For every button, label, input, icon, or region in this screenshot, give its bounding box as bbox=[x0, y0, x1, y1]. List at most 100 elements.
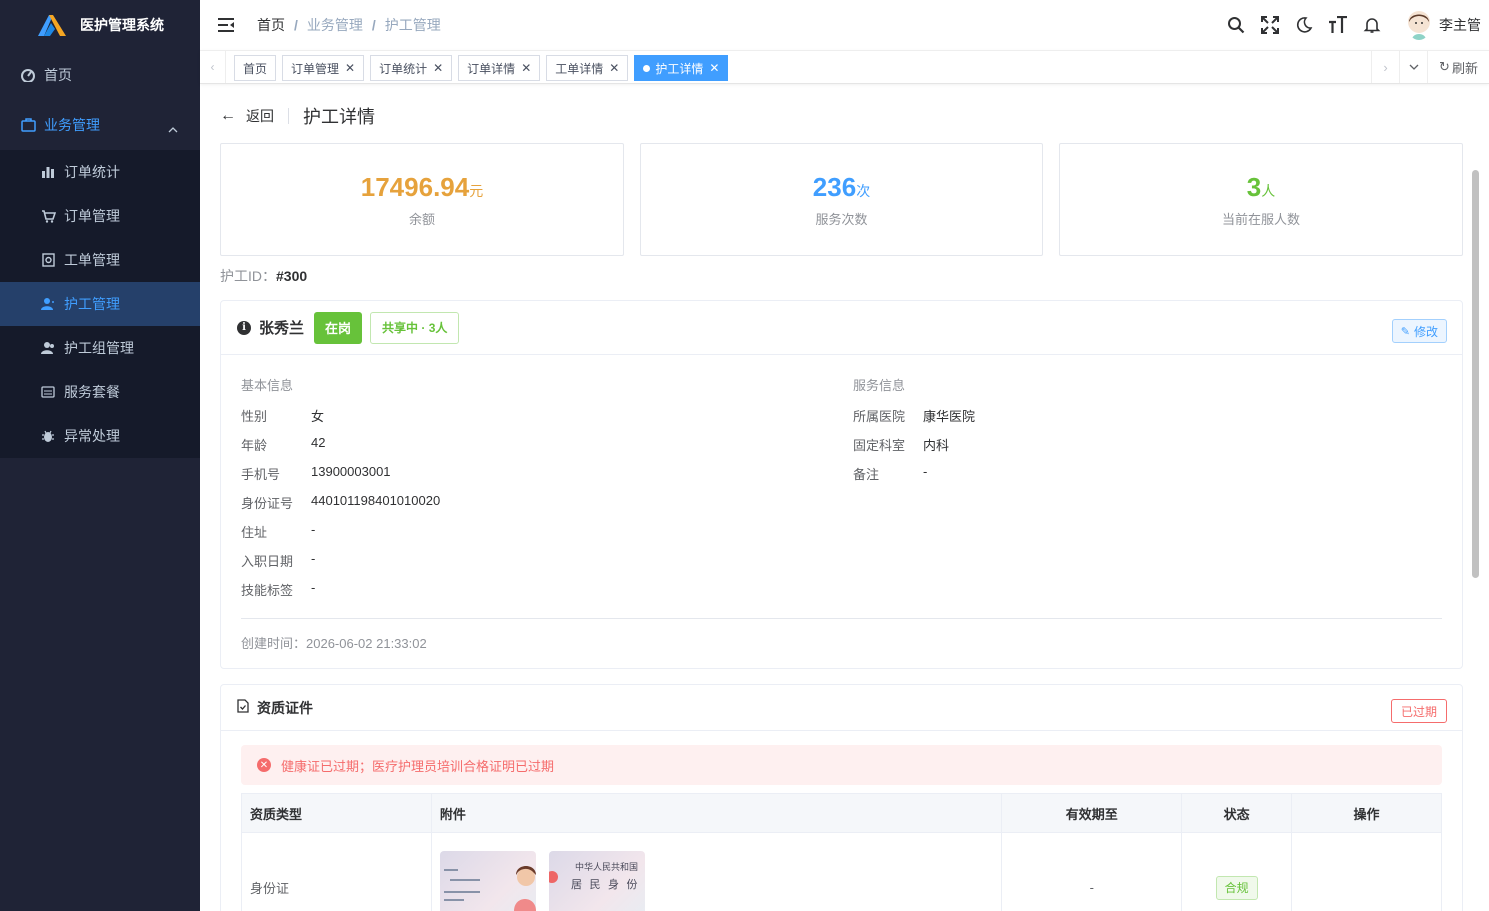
close-icon[interactable]: ✕ bbox=[433, 61, 443, 75]
id-card-back-image[interactable]: 中华人民共和国 居 民 身 份 bbox=[549, 850, 646, 911]
back-button[interactable]: ← 返回 bbox=[220, 106, 274, 126]
field-address: 住址 - bbox=[241, 522, 315, 541]
tag-label: 订单管理 bbox=[291, 61, 340, 76]
scrollbar[interactable] bbox=[1472, 170, 1479, 578]
stat-number: 3 bbox=[1246, 172, 1262, 202]
tag-order-detail[interactable]: 订单详情 ✕ bbox=[458, 55, 541, 81]
username[interactable]: 李主管 bbox=[1439, 15, 1481, 35]
column-header: 有效期至 bbox=[1001, 793, 1183, 833]
sharing-badge: 共享中 · 3人 bbox=[370, 311, 460, 344]
field-value: 42 bbox=[311, 435, 326, 450]
tag-nurse-detail[interactable]: 护工详情 ✕ bbox=[634, 55, 729, 81]
tag-home[interactable]: 首页 bbox=[234, 55, 277, 81]
sidebar-item-nurse-group[interactable]: 护工组管理 bbox=[0, 326, 200, 370]
column-header: 状态 bbox=[1181, 793, 1293, 833]
sidebar-item-label: 服务套餐 bbox=[64, 384, 120, 400]
certificates-header: 资质证件 已过期 bbox=[221, 685, 1462, 731]
tags-scroll-left-button[interactable]: ‹ bbox=[200, 51, 226, 83]
divider bbox=[241, 618, 1442, 619]
field-value: 440101198401010020 bbox=[311, 493, 441, 508]
table-row: 身份证 中华人民共和国 居 民 身 份 - 合规 bbox=[241, 832, 1442, 911]
tags-list: 首页 订单管理 ✕ 订单统计 ✕ 订单详情 ✕ 工单详情 ✕ 护工详情 ✕ bbox=[234, 55, 734, 81]
breadcrumb-home[interactable]: 首页 bbox=[257, 15, 285, 35]
certificates-title: 资质证件 bbox=[257, 699, 313, 716]
edit-label: 修改 bbox=[1413, 324, 1438, 339]
chevron-up-icon bbox=[168, 120, 178, 136]
tags-scroll-right-button[interactable]: › bbox=[1371, 51, 1399, 83]
tag-ticket-detail[interactable]: 工单详情 ✕ bbox=[546, 55, 629, 81]
back-label: 返回 bbox=[246, 108, 274, 124]
certificates-table: 资质类型 附件 有效期至 状态 操作 身份证 中华人民共和国 居 民 身 份 -… bbox=[241, 793, 1442, 911]
field-label: 性别 bbox=[241, 409, 268, 424]
fullscreen-icon[interactable] bbox=[1260, 15, 1280, 35]
refresh-button[interactable]: ↻ 刷新 bbox=[1427, 51, 1489, 83]
field-value: 内科 bbox=[923, 438, 950, 453]
close-icon[interactable]: ✕ bbox=[609, 61, 619, 75]
active-dot bbox=[643, 64, 651, 72]
sidebar-item-ticket-manage[interactable]: 工单管理 bbox=[0, 238, 200, 282]
tag-order-stats[interactable]: 订单统计 ✕ bbox=[370, 55, 453, 81]
edit-button[interactable]: ✎ 修改 bbox=[1391, 319, 1447, 343]
sidebar-item-package[interactable]: 服务套餐 bbox=[0, 370, 200, 414]
close-icon[interactable]: ✕ bbox=[709, 61, 719, 75]
app-logo[interactable]: 医护管理系统 bbox=[0, 0, 200, 50]
sidebar-item-label: 订单统计 bbox=[64, 164, 120, 180]
edit-icon: ✎ bbox=[1400, 325, 1410, 338]
font-size-icon[interactable] bbox=[1328, 15, 1348, 35]
stat-unit: 次 bbox=[856, 183, 871, 199]
refresh-label: 刷新 bbox=[1451, 60, 1478, 76]
stat-card-current-patients: 3人 当前在服人数 bbox=[1059, 143, 1463, 256]
close-icon[interactable]: ✕ bbox=[345, 61, 355, 75]
tags-dropdown-button[interactable] bbox=[1399, 51, 1427, 83]
stat-card-service-count: 236次 服务次数 bbox=[640, 143, 1043, 256]
cart-icon bbox=[40, 208, 56, 224]
sidebar: 医护管理系统 首页 业务管理 订单统计 订单管理 工单管理 护工管理 护工组管理… bbox=[0, 0, 200, 911]
stat-label: 余额 bbox=[408, 212, 435, 227]
chevron-down-icon bbox=[1409, 64, 1418, 70]
sidebar-item-label: 异常处理 bbox=[64, 428, 120, 444]
menu-toggle-icon[interactable] bbox=[217, 17, 235, 33]
id-card-front-image[interactable] bbox=[439, 850, 536, 911]
field-value: - bbox=[311, 522, 316, 537]
dark-mode-icon[interactable] bbox=[1294, 15, 1314, 35]
sidebar-group-label: 业务管理 bbox=[44, 117, 100, 133]
page-header: ← 返回 护工详情 bbox=[220, 104, 375, 128]
sidebar-item-home[interactable]: 首页 bbox=[0, 50, 200, 100]
tag-label: 首页 bbox=[243, 61, 268, 76]
ticket-icon bbox=[40, 252, 56, 268]
chevron-right-icon: › bbox=[1383, 59, 1388, 75]
avatar[interactable] bbox=[1407, 10, 1431, 40]
stat-number: 236 bbox=[812, 172, 857, 202]
arrow-left-icon: ← bbox=[220, 107, 236, 124]
field-label: 身份证号 bbox=[241, 496, 294, 511]
breadcrumb-separator: / bbox=[294, 17, 298, 33]
search-icon[interactable] bbox=[1226, 15, 1246, 35]
briefcase-icon bbox=[20, 117, 36, 133]
sidebar-item-exception[interactable]: 异常处理 bbox=[0, 414, 200, 458]
package-icon bbox=[40, 384, 56, 400]
sidebar-item-label: 订单管理 bbox=[64, 208, 120, 224]
field-hospital: 所属医院 康华医院 bbox=[853, 406, 975, 425]
breadcrumb-business[interactable]: 业务管理 bbox=[307, 15, 363, 35]
sidebar-item-order-stats[interactable]: 订单统计 bbox=[0, 150, 200, 194]
stat-value: 17496.94元 bbox=[221, 172, 623, 203]
sidebar-item-nurse-manage[interactable]: 护工管理 bbox=[0, 282, 200, 326]
divider bbox=[288, 108, 289, 124]
page-title: 护工详情 bbox=[303, 107, 375, 127]
certificates-card: 资质证件 已过期 ✕ 健康证已过期；医疗护理员培训合格证明已过期 资质类型 附件… bbox=[220, 684, 1463, 911]
field-remark: 备注 - bbox=[853, 464, 927, 483]
profile-card: i 张秀兰 在岗 共享中 · 3人 ✎ 修改 基本信息 性别 女 年龄 42 手机号… bbox=[220, 300, 1463, 669]
nurse-id-label: 护工ID： bbox=[220, 268, 276, 284]
app-title: 医护管理系统 bbox=[80, 17, 164, 33]
tag-label: 订单统计 bbox=[379, 61, 428, 76]
close-icon[interactable]: ✕ bbox=[521, 61, 531, 75]
field-label: 入职日期 bbox=[241, 554, 294, 569]
sidebar-item-order-manage[interactable]: 订单管理 bbox=[0, 194, 200, 238]
tag-order-manage[interactable]: 订单管理 ✕ bbox=[282, 55, 365, 81]
breadcrumb-current: 护工管理 bbox=[384, 17, 441, 33]
sidebar-group-business[interactable]: 业务管理 bbox=[0, 100, 200, 150]
expiry-alert: ✕ 健康证已过期；医疗护理员培训合格证明已过期 bbox=[241, 745, 1442, 785]
bell-icon[interactable] bbox=[1362, 15, 1382, 35]
nurse-name: 张秀兰 bbox=[259, 320, 305, 337]
dashboard-icon bbox=[20, 67, 36, 83]
